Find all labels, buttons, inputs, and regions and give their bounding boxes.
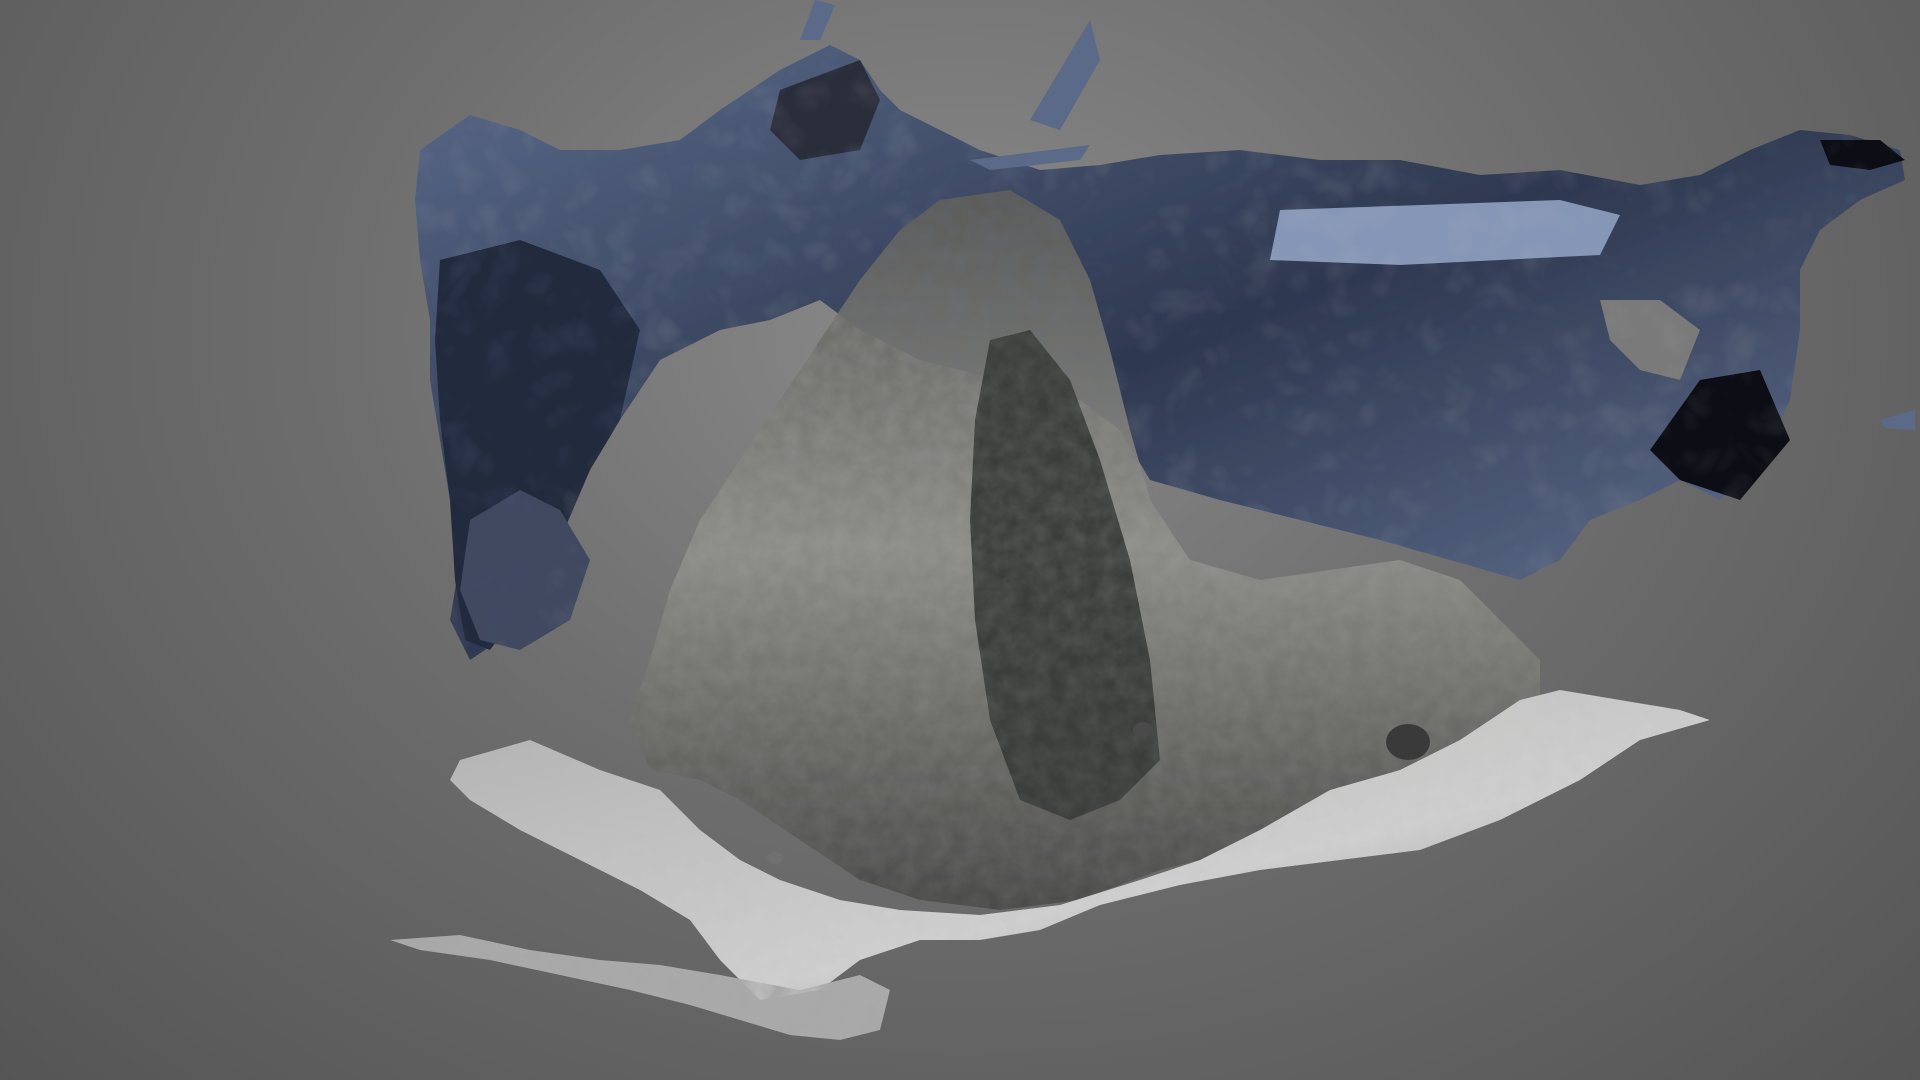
scan-mesh	[390, 0, 1915, 1040]
mesh-hole	[1386, 724, 1430, 760]
3d-viewport[interactable]	[0, 0, 1920, 1080]
mesh-hole	[1133, 722, 1153, 738]
mesh-hole	[767, 852, 783, 864]
